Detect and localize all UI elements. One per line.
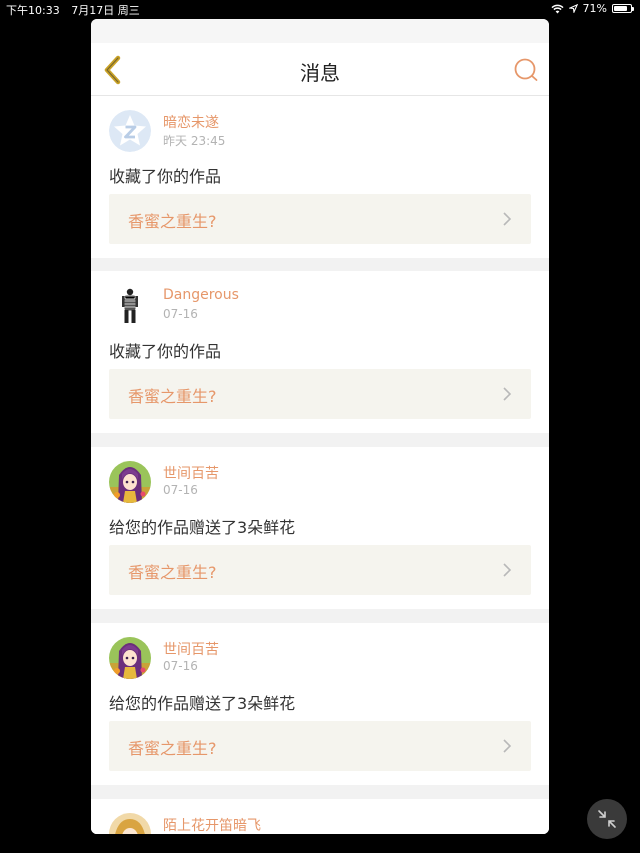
messages-sheet: 消息 暗恋未遂 昨天 23:45 收藏了你的作品 香蜜之重生? Dangerou… [91,19,549,834]
collapse-arrows-icon [598,810,616,828]
battery-icon [612,4,634,13]
work-title: 香蜜之重生? [128,563,217,582]
wifi-icon [551,4,564,13]
message-text: 给您的作品赠送了3朵鲜花 [109,518,296,537]
location-arrow-icon [568,4,578,13]
separator [91,609,549,623]
blonde-avatar-icon [109,813,151,834]
username[interactable]: 陌上花开笛暗飞 [163,815,261,834]
separator [91,433,549,447]
work-link[interactable]: 香蜜之重生? [109,545,531,595]
message-item: 暗恋未遂 昨天 23:45 收藏了你的作品 香蜜之重生? [91,96,549,258]
work-link[interactable]: 香蜜之重生? [109,369,531,419]
username[interactable]: 世间百苦 [163,463,219,483]
message-item: 世间百苦 07-16 给您的作品赠送了3朵鲜花 香蜜之重生? [91,623,549,785]
message-item: Dangerous 07-16 收藏了你的作品 香蜜之重生? [91,271,549,433]
battery-fill [614,6,627,11]
avatar[interactable] [109,285,151,327]
separator [91,258,549,271]
chevron-right-icon [503,212,512,226]
work-link[interactable]: 香蜜之重生? [109,721,531,771]
chevron-right-icon [503,739,512,753]
message-text: 收藏了你的作品 [109,167,222,186]
nav-bar: 消息 [91,43,549,96]
status-date: 7月17日 周三 [71,4,140,17]
status-right: 71% [551,2,634,15]
work-title: 香蜜之重生? [128,212,217,231]
username[interactable]: 暗恋未遂 [163,112,219,132]
message-list: 暗恋未遂 昨天 23:45 收藏了你的作品 香蜜之重生? Dangerous 0… [91,96,549,834]
anime-girl-avatar-icon [109,637,151,679]
work-title: 香蜜之重生? [128,387,217,406]
search-icon[interactable] [513,57,539,83]
username[interactable]: 世间百苦 [163,639,219,659]
status-bar: 下午10:33 7月17日 周三 71% [0,0,640,18]
work-title: 香蜜之重生? [128,739,217,758]
page-title: 消息 [300,61,340,85]
timestamp: 昨天 23:45 [163,134,226,148]
collapse-button[interactable] [587,799,627,839]
timestamp: 07-16 [163,307,198,321]
message-item: 陌上花开笛暗飞 [91,799,549,834]
timestamp: 07-16 [163,659,198,673]
status-left: 下午10:33 7月17日 周三 [6,2,148,18]
chevron-right-icon [503,563,512,577]
default-qq-avatar-icon [109,110,151,152]
anime-girl-avatar-icon [109,461,151,503]
work-link[interactable]: 香蜜之重生? [109,194,531,244]
avatar[interactable] [109,461,151,503]
avatar[interactable] [109,637,151,679]
message-text: 给您的作品赠送了3朵鲜花 [109,694,296,713]
status-time: 下午10:33 [6,4,60,17]
figure-avatar-icon [109,285,151,327]
chevron-right-icon [503,387,512,401]
message-item: 世间百苦 07-16 给您的作品赠送了3朵鲜花 香蜜之重生? [91,447,549,609]
avatar[interactable] [109,110,151,152]
battery-percent: 71% [582,2,607,15]
separator [91,785,549,799]
sheet-top-strip [91,19,549,43]
username[interactable]: Dangerous [163,287,239,303]
avatar[interactable] [109,813,151,834]
timestamp: 07-16 [163,483,198,497]
message-text: 收藏了你的作品 [109,342,222,361]
